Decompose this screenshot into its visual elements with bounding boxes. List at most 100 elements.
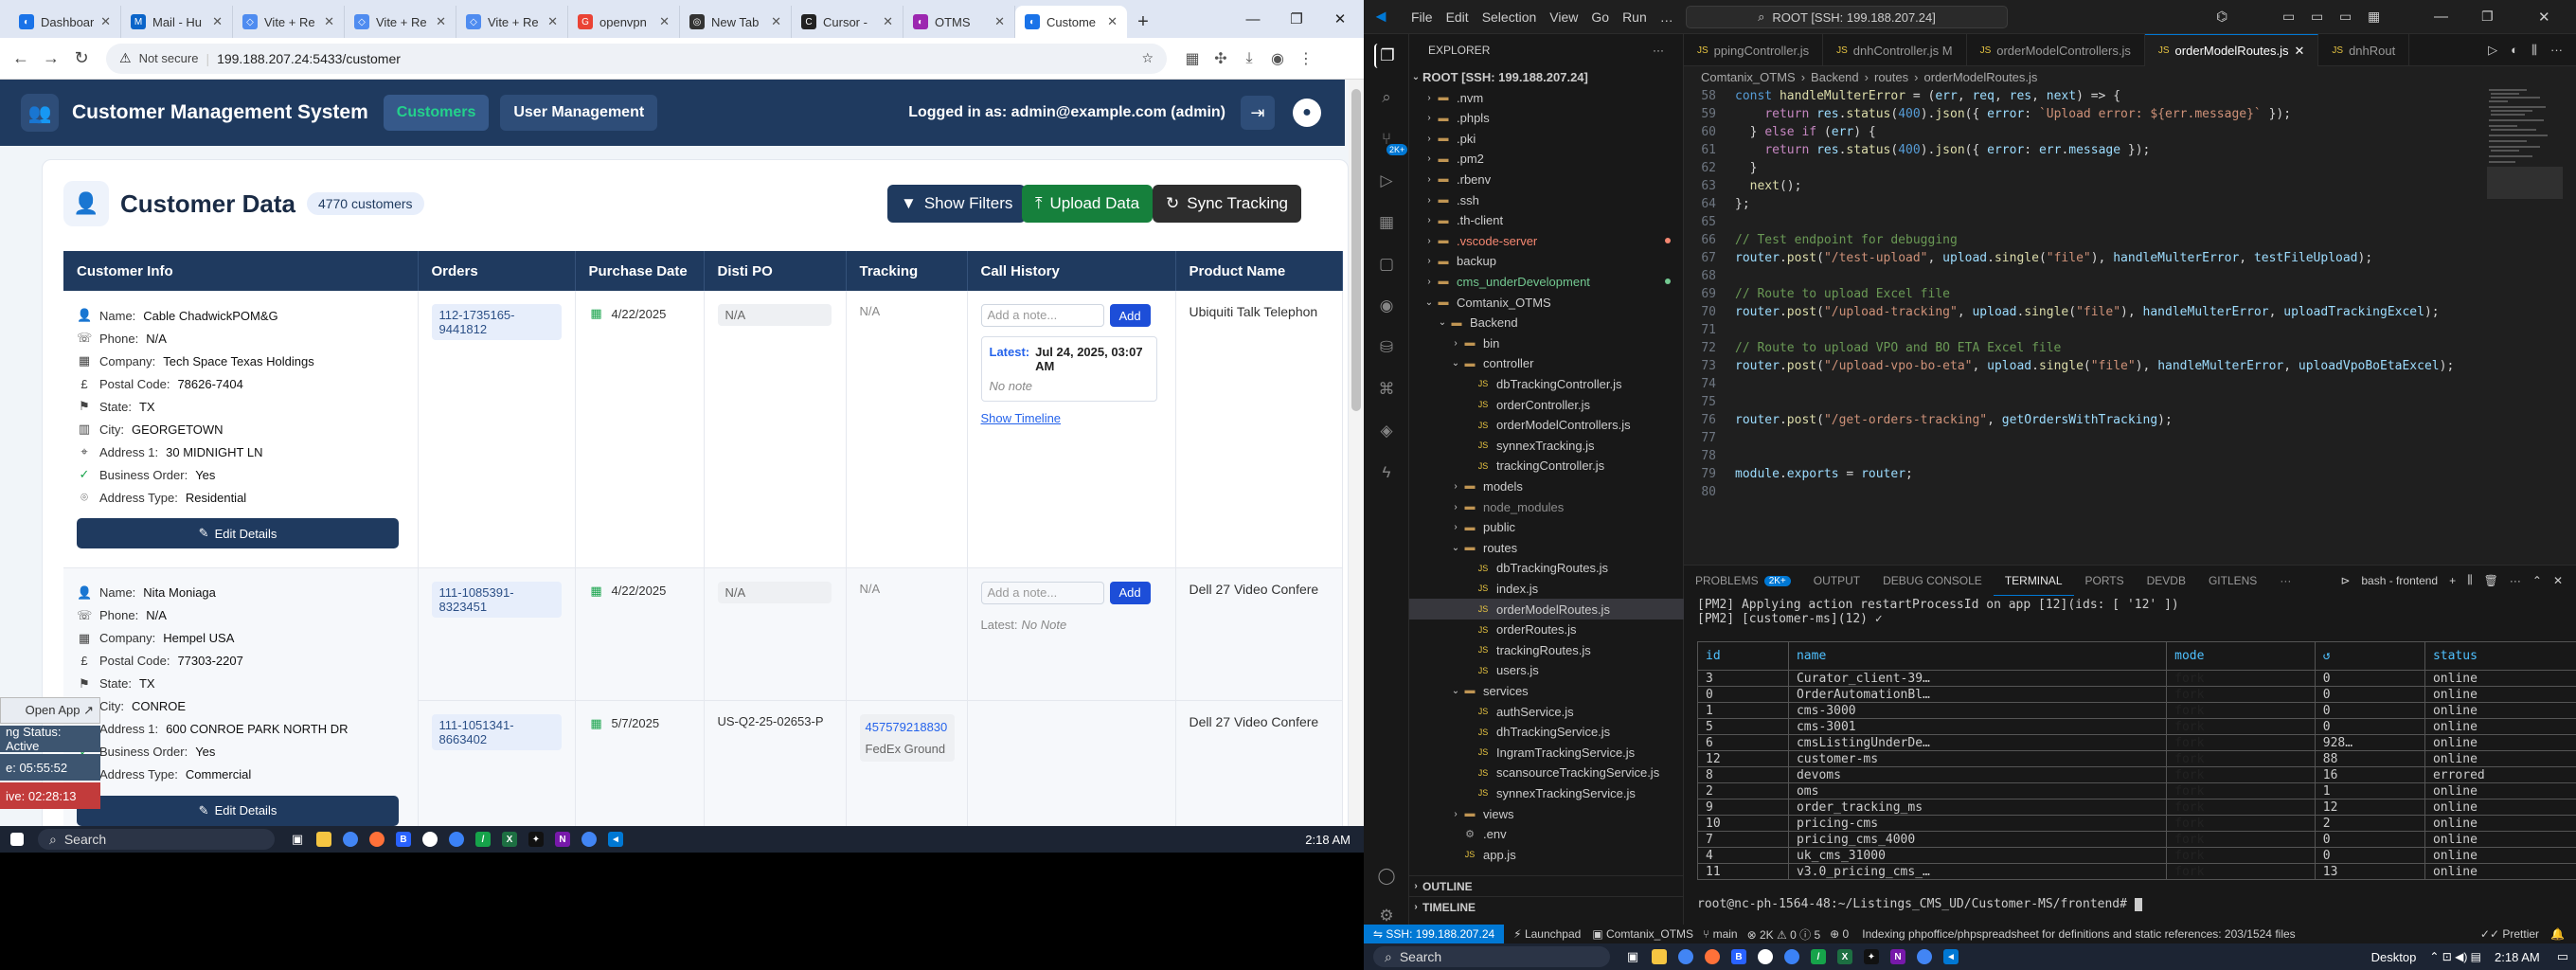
breadcrumb-item[interactable]: orderModelRoutes.js: [1923, 70, 2037, 84]
col-tracking[interactable]: Tracking: [846, 251, 968, 291]
minimize-icon[interactable]: —: [1231, 0, 1275, 38]
customize-layout-icon[interactable]: ▦: [2368, 9, 2380, 25]
folder-item[interactable]: › ▬ .th-client: [1409, 210, 1684, 231]
close-tab-icon[interactable]: ✕: [212, 14, 223, 29]
minimize-icon[interactable]: —: [2434, 9, 2448, 25]
new-terminal-icon[interactable]: +: [2449, 574, 2456, 587]
layout-panel-icon[interactable]: ▭: [2311, 9, 2323, 25]
reload-icon[interactable]: ↻: [66, 44, 97, 74]
folder-item[interactable]: › ▬ backup: [1409, 251, 1684, 272]
file-item[interactable]: JS orderModelControllers.js: [1409, 415, 1684, 436]
layout-sidebar-icon[interactable]: ▭: [2282, 9, 2295, 25]
note-input[interactable]: Add a note...: [980, 304, 1104, 327]
close-tab-icon[interactable]: ✕: [547, 14, 558, 29]
search-icon[interactable]: ⌕: [1374, 85, 1399, 110]
folder-item[interactable]: › ▬ bin: [1409, 332, 1684, 353]
file-item[interactable]: JS dbTrackingController.js: [1409, 373, 1684, 394]
terminal-name[interactable]: bash - frontend: [2361, 574, 2438, 587]
explorer-icon[interactable]: ❐: [1374, 44, 1399, 68]
desktop-label[interactable]: Desktop: [2371, 950, 2417, 964]
chrome-icon[interactable]: [337, 828, 364, 851]
nav-user-management[interactable]: User Management: [500, 95, 658, 131]
upload-data-button[interactable]: ⤒ Upload Data: [1022, 185, 1154, 223]
file-item[interactable]: JS trackingRoutes.js: [1409, 639, 1684, 660]
github-icon[interactable]: [417, 828, 443, 851]
close-tab-icon[interactable]: ✕: [994, 14, 1005, 29]
col-call-history[interactable]: Call History: [967, 251, 1176, 291]
download-icon[interactable]: ⤓: [1235, 45, 1263, 73]
app-icon[interactable]: /: [1805, 945, 1832, 968]
ports-item[interactable]: ⊕ 0: [1830, 927, 1849, 941]
col-purchase-date[interactable]: Purchase Date: [575, 251, 705, 291]
taskbar-search[interactable]: ⌕ Search: [1373, 946, 1610, 967]
folder-item[interactable]: › ▬ .phpls: [1409, 108, 1684, 129]
thunder-icon[interactable]: ϟ: [1374, 460, 1399, 485]
col-customer-info[interactable]: Customer Info: [63, 251, 419, 291]
folder-item[interactable]: › ▬ views: [1409, 803, 1684, 824]
close-window-icon[interactable]: ✕: [1318, 0, 1362, 38]
run-icon[interactable]: ▷: [2488, 43, 2497, 58]
terminal-prompt[interactable]: root@nc-ph-1564-48:~/Listings_CMS_UD/Cus…: [1697, 897, 2142, 911]
task-view-icon[interactable]: ▣: [1619, 945, 1646, 968]
folder-item[interactable]: ⌄ ▬ Backend: [1409, 313, 1684, 333]
remote-ssh-indicator[interactable]: ⇋ SSH: 199.188.207.24: [1364, 925, 1505, 943]
close-panel-icon[interactable]: ✕: [2553, 574, 2563, 587]
app-icon[interactable]: B: [390, 828, 417, 851]
panel-tab-ports[interactable]: PORTS: [2074, 566, 2136, 596]
sync-tracking-button[interactable]: ↻ Sync Tracking: [1153, 185, 1302, 223]
notifications-icon[interactable]: 🔔: [2550, 927, 2565, 941]
menu-dots-icon[interactable]: ⋮: [1292, 45, 1320, 73]
outline-section[interactable]: › OUTLINE: [1409, 875, 1684, 896]
puzzle-icon[interactable]: ✣: [1207, 45, 1235, 73]
url-input[interactable]: ⚠ Not secure | 199.188.207.24:5433/custo…: [106, 43, 1167, 74]
github-icon[interactable]: [1752, 945, 1779, 968]
chrome-icon[interactable]: [1911, 945, 1938, 968]
browser-tab[interactable]: ◎ New Tab ✕: [680, 6, 792, 38]
close-tab-icon[interactable]: ✕: [100, 14, 111, 29]
folder-item[interactable]: › ▬ .vscode-server: [1409, 230, 1684, 251]
show-filters-button[interactable]: ▼ Show Filters: [887, 185, 1027, 223]
chrome-icon[interactable]: [1673, 945, 1699, 968]
menu-run[interactable]: Run: [1622, 9, 1647, 25]
firefox-icon[interactable]: [1699, 945, 1726, 968]
launchpad-item[interactable]: ⚡ Launchpad: [1513, 927, 1581, 941]
editor-tab[interactable]: JS dnhRout: [2318, 34, 2410, 66]
close-tab-icon[interactable]: ✕: [883, 14, 893, 29]
terminal-output[interactable]: [PM2] Applying action restartProcessId o…: [1697, 598, 2179, 626]
folder-item[interactable]: › ▬ .ssh: [1409, 189, 1684, 210]
python-icon[interactable]: ⌘: [1374, 377, 1399, 402]
file-item[interactable]: JS scansourceTrackingService.js: [1409, 763, 1684, 783]
folder-item[interactable]: › ▬ models: [1409, 476, 1684, 496]
notification-center-icon[interactable]: ▭: [2557, 949, 2568, 964]
folder-item[interactable]: › ▬ public: [1409, 517, 1684, 538]
panel-tab-problems[interactable]: PROBLEMS 2K+: [1684, 566, 1802, 596]
split-editor-icon[interactable]: ⫼: [2531, 43, 2537, 58]
extensions-icon[interactable]: ▦: [1374, 210, 1399, 235]
folder-item[interactable]: ⌄ ▬ routes: [1409, 537, 1684, 558]
browser-tab[interactable]: ◇ Vite + Re ✕: [456, 6, 568, 38]
close-tab-icon[interactable]: ✕: [659, 14, 670, 29]
editor-tab[interactable]: JS ppingController.js: [1684, 34, 1824, 66]
col-product-name[interactable]: Product Name: [1175, 251, 1343, 291]
file-item[interactable]: JS dbTrackingRoutes.js: [1409, 558, 1684, 579]
command-center-search[interactable]: ⌕ ROOT [SSH: 199.188.207.24]: [1686, 6, 2008, 28]
browser-tab[interactable]: ◇ Vite + Re ✕: [345, 6, 456, 38]
app-icon[interactable]: [443, 828, 470, 851]
browser-tab[interactable]: ◐Dashboard✕: [9, 6, 121, 38]
folder-item[interactable]: ⌄ ▬ services: [1409, 680, 1684, 701]
back-icon[interactable]: ←: [6, 44, 36, 74]
browser-tab[interactable]: C Cursor - ✕: [792, 6, 903, 38]
maximize-panel-icon[interactable]: ⌃: [2532, 574, 2542, 587]
workspace-root[interactable]: ⌄ ROOT [SSH: 199.188.207.24]: [1409, 66, 1684, 87]
folder-item[interactable]: ⌄ ▬ Comtanix_OTMS: [1409, 292, 1684, 313]
forward-icon[interactable]: →: [36, 44, 66, 74]
file-item[interactable]: JS synnexTrackingService.js: [1409, 782, 1684, 803]
file-item[interactable]: JS trackingController.js: [1409, 456, 1684, 476]
copilot-icon[interactable]: ⌬: [2216, 9, 2227, 25]
browser-tab[interactable]: ◐ OTMS ✕: [903, 6, 1015, 38]
tray-icons[interactable]: ⌃ ⊡ ◀) ▤: [2429, 950, 2481, 963]
breadcrumb-item[interactable]: Backend: [1811, 70, 1859, 84]
file-item[interactable]: JS synnexTracking.js: [1409, 435, 1684, 456]
logout-icon[interactable]: ⇥: [1241, 96, 1275, 130]
page-scrollbar[interactable]: [1349, 80, 1364, 826]
